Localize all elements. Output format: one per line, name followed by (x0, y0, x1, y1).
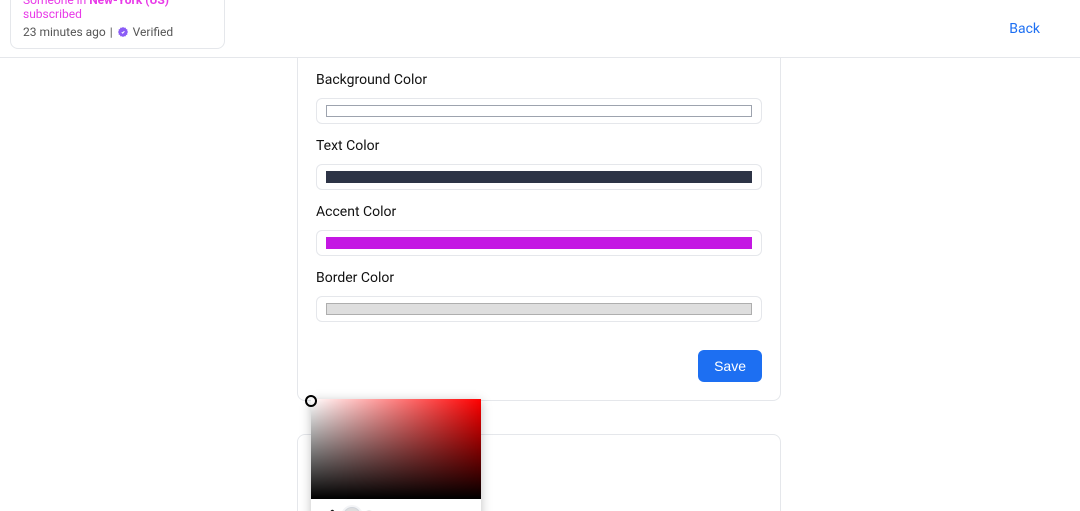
save-button[interactable]: Save (698, 350, 762, 382)
current-color-swatch (343, 507, 361, 511)
toast-prefix: Someone in (23, 0, 89, 7)
toast-message: Someone in New-York (US) subscribed (23, 0, 212, 21)
toast-time: 23 minutes ago (23, 25, 106, 39)
swatch-inner-text (326, 171, 752, 183)
swatch-inner-accent (326, 237, 752, 249)
save-row: Save (316, 350, 762, 382)
field-border-color: Border Color (316, 270, 762, 322)
color-picker: R G B ︿﹀ (311, 399, 481, 511)
back-link[interactable]: Back (1009, 21, 1040, 37)
toast-separator: | (110, 25, 113, 39)
field-background-color: Background Color (316, 72, 762, 124)
swatch-inner-border (326, 303, 752, 315)
field-accent-color: Accent Color (316, 204, 762, 256)
label-text-color: Text Color (316, 138, 762, 154)
toast-verified-label: Verified (133, 25, 174, 39)
toast-location: New-York (US) (89, 0, 169, 7)
swatch-inner-background (326, 105, 752, 117)
swatch-border-color[interactable] (316, 296, 762, 322)
swatch-accent-color[interactable] (316, 230, 762, 256)
saturation-cursor[interactable] (305, 395, 317, 407)
field-text-color: Text Color (316, 138, 762, 190)
picker-controls-row (311, 499, 481, 511)
swatch-text-color[interactable] (316, 164, 762, 190)
verified-badge-icon (117, 26, 129, 38)
swatch-background-color[interactable] (316, 98, 762, 124)
notification-toast: Someone in New-York (US) subscribed 23 m… (10, 0, 225, 49)
label-border-color: Border Color (316, 270, 762, 286)
toast-suffix: subscribed (23, 7, 82, 21)
saturation-area[interactable] (311, 399, 481, 499)
label-background-color: Background Color (316, 72, 762, 88)
label-accent-color: Accent Color (316, 204, 762, 220)
toast-meta: 23 minutes ago | Verified (23, 25, 212, 39)
color-settings-card: Background Color Text Color Accent Color… (297, 58, 781, 401)
